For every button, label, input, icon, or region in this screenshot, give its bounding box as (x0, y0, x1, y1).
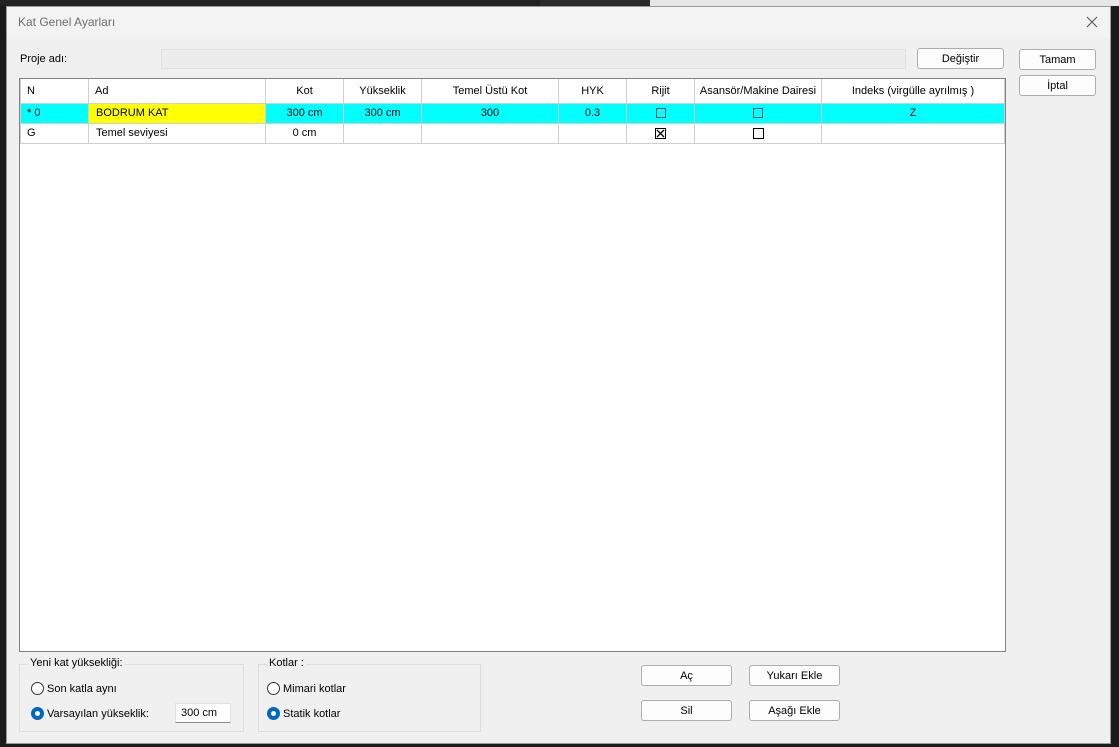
radio-default-height[interactable]: Varsayılan yükseklik: (31, 707, 149, 720)
cell-rijit[interactable] (626, 122, 695, 144)
ok-button[interactable]: Tamam (1019, 49, 1096, 70)
add-above-button[interactable]: Yukarı Ekle (749, 665, 840, 686)
col-rijit-header[interactable]: Rijit (626, 79, 695, 104)
cell-indeks[interactable] (821, 122, 1005, 144)
new-floor-height-group: Yeni kat yüksekliği: Son katla aynı Vars… (19, 657, 244, 732)
window-title: Kat Genel Ayarları (18, 15, 116, 29)
radio-same-as-last[interactable]: Son katla aynı (31, 682, 117, 695)
cell-n[interactable]: G (20, 122, 89, 144)
floor-settings-dialog: Kat Genel Ayarları Proje adı: Değiştir T… (6, 6, 1111, 744)
cell-temel-ustu-kot[interactable] (421, 122, 559, 144)
radio-button-selected[interactable] (267, 707, 280, 720)
open-button[interactable]: Aç (641, 665, 732, 686)
radio-button[interactable] (267, 682, 280, 695)
cell-kot[interactable]: 0 cm (265, 122, 344, 144)
radio-label: Mimari kotlar (283, 682, 346, 695)
radio-label: Son katla aynı (47, 682, 117, 695)
cell-ad[interactable]: BODRUM KAT (88, 102, 266, 124)
col-ad-header[interactable]: Ad (88, 79, 266, 104)
delete-button[interactable]: Sil (641, 700, 732, 721)
col-temel-ustu-kot-header[interactable]: Temel Üstü Kot (421, 79, 559, 104)
cell-yukseklik[interactable] (343, 122, 422, 144)
col-asansor-header[interactable]: Asansör/Makine Dairesi (694, 79, 822, 104)
project-name-field[interactable] (161, 49, 906, 69)
rijit-checkbox-checked[interactable] (655, 127, 666, 139)
change-project-button[interactable]: Değiştir (917, 48, 1004, 69)
table-header: N Ad Kot Yükseklik Temel Üstü Kot HYK Ri… (20, 79, 1005, 104)
cell-n[interactable]: * 0 (20, 102, 89, 124)
col-hyk-header[interactable]: HYK (558, 79, 627, 104)
close-icon (1086, 16, 1098, 28)
cell-kot[interactable]: 300 cm (265, 102, 344, 124)
col-yukseklik-header[interactable]: Yükseklik (343, 79, 422, 104)
radio-static-levels[interactable]: Statik kotlar (267, 707, 340, 720)
radio-label: Statik kotlar (283, 707, 341, 720)
asansor-checkbox[interactable] (752, 127, 764, 139)
cell-rijit[interactable] (626, 102, 695, 124)
table-row[interactable]: G Temel seviyesi 0 cm (20, 122, 1005, 144)
cell-temel-ustu-kot[interactable]: 300 (421, 102, 559, 124)
col-n-header[interactable]: N (20, 79, 89, 104)
cancel-button[interactable]: İptal (1019, 75, 1096, 96)
levels-legend: Kotlar : (267, 657, 306, 669)
cell-yukseklik[interactable]: 300 cm (343, 102, 422, 124)
floor-table[interactable]: N Ad Kot Yükseklik Temel Üstü Kot HYK Ri… (19, 78, 1006, 652)
new-floor-height-legend: Yeni kat yüksekliği: (28, 657, 125, 669)
cell-asansor[interactable] (694, 102, 822, 124)
project-name-label: Proje adı: (20, 53, 68, 65)
default-height-input[interactable]: 300 cm (175, 703, 231, 723)
radio-architectural-levels[interactable]: Mimari kotlar (267, 682, 346, 695)
col-kot-header[interactable]: Kot (265, 79, 344, 104)
rijit-checkbox[interactable] (655, 108, 666, 119)
col-indeks-header[interactable]: Indeks (virgülle ayrılmış ) (821, 79, 1005, 104)
radio-button[interactable] (31, 682, 44, 695)
cell-asansor[interactable] (694, 122, 822, 144)
radio-button-selected[interactable] (31, 707, 44, 720)
cell-indeks[interactable]: Z (821, 102, 1005, 124)
cell-hyk[interactable] (558, 122, 627, 144)
levels-group: Kotlar : Mimari kotlar Statik kotlar (258, 657, 481, 732)
radio-label: Varsayılan yükseklik: (47, 707, 149, 720)
check-cross-icon (656, 129, 665, 138)
close-button[interactable] (1080, 10, 1104, 34)
add-below-button[interactable]: Aşağı Ekle (749, 700, 840, 721)
asansor-checkbox[interactable] (753, 108, 763, 119)
cell-hyk[interactable]: 0.3 (558, 102, 627, 124)
cell-ad[interactable]: Temel seviyesi (88, 122, 266, 144)
title-bar: Kat Genel Ayarları (7, 7, 1110, 37)
table-row[interactable]: * 0 BODRUM KAT 300 cm 300 cm 300 0.3 Z (20, 102, 1005, 124)
